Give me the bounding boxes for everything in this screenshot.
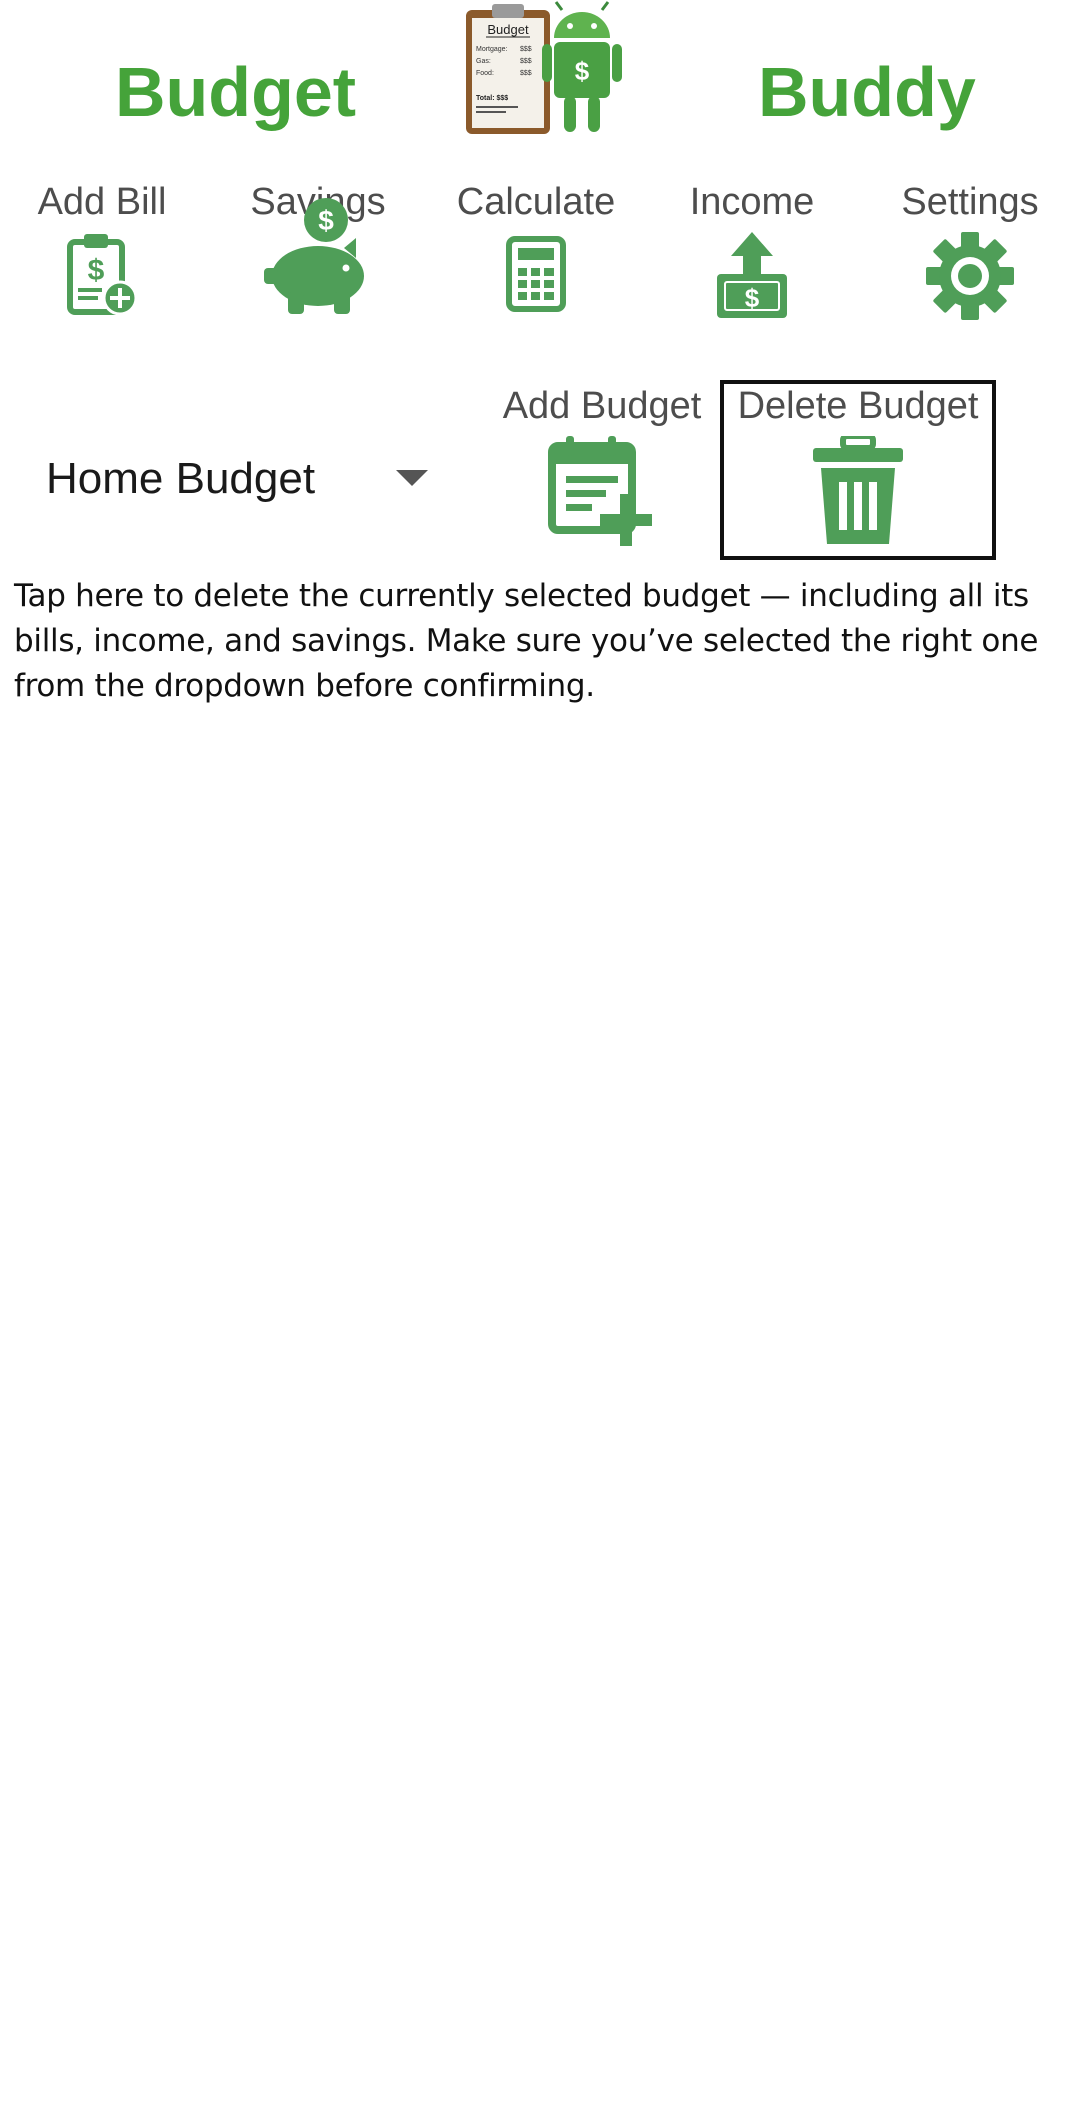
app-logo: Budget Mortgage: $$$ Gas: $$$ Food: $$$ … bbox=[466, 1, 622, 134]
delete-budget-button[interactable]: Delete Budget bbox=[720, 380, 996, 560]
app-title-budget: Budget bbox=[115, 53, 357, 131]
nav-calculate-label: Calculate bbox=[456, 181, 616, 223]
logo-line-value: $$$ bbox=[520, 46, 532, 53]
delete-budget-label: Delete Budget bbox=[737, 385, 979, 427]
nav-add-bill[interactable]: Add Bill $ bbox=[2, 176, 202, 346]
logo-line-label: Food: bbox=[476, 70, 494, 77]
add-budget-label: Add Budget bbox=[502, 385, 702, 427]
calculator-icon bbox=[506, 236, 566, 312]
logo-line-label: Mortgage: bbox=[476, 46, 508, 53]
money-upload-icon: $ bbox=[717, 232, 787, 318]
nav-savings[interactable]: Savings $ bbox=[218, 176, 418, 346]
android-dollar-icon: $ bbox=[542, 1, 622, 132]
nav-income-label: Income bbox=[689, 181, 815, 223]
svg-text:$: $ bbox=[88, 254, 105, 287]
clipboard-dollar-add-icon: $ bbox=[67, 234, 138, 316]
trash-icon bbox=[813, 436, 903, 544]
nav-calculate[interactable]: Calculate bbox=[436, 176, 636, 346]
logo-line-value: $$$ bbox=[520, 70, 532, 77]
calendar-add-icon bbox=[548, 436, 652, 546]
svg-text:$: $ bbox=[575, 56, 590, 86]
logo-line-label: Gas: bbox=[476, 58, 491, 65]
gear-icon bbox=[926, 232, 1014, 320]
logo-line-value: $$$ bbox=[520, 58, 532, 65]
budget-dropdown-value: Home Budget bbox=[46, 454, 316, 503]
app-title-buddy: Buddy bbox=[758, 53, 976, 131]
budget-dropdown[interactable]: Home Budget bbox=[28, 440, 448, 530]
add-budget-button[interactable]: Add Budget bbox=[496, 380, 708, 556]
budget-buddy-screen: Budget Budget Mortgage: $$$ Gas: $$$ Foo… bbox=[0, 0, 1080, 2128]
delete-budget-tooltip: Tap here to delete the currently selecte… bbox=[14, 578, 1039, 704]
svg-text:$: $ bbox=[318, 205, 334, 236]
nav-settings[interactable]: Settings bbox=[870, 176, 1070, 346]
svg-text:$: $ bbox=[745, 283, 760, 313]
logo-clipboard-title: Budget bbox=[487, 22, 529, 37]
dropdown-caret-icon bbox=[396, 470, 428, 486]
nav-settings-label: Settings bbox=[901, 181, 1039, 223]
logo-total: Total: $$$ bbox=[476, 95, 508, 102]
nav-income[interactable]: Income $ bbox=[652, 176, 852, 346]
nav-add-bill-label: Add Bill bbox=[37, 181, 167, 223]
